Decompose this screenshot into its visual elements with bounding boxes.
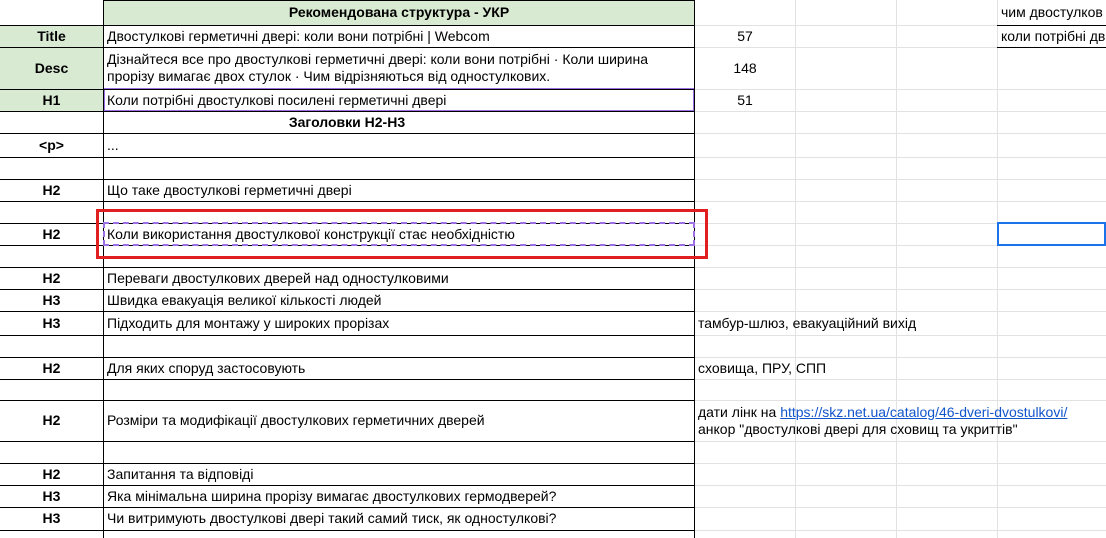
row-text[interactable]: ... [104,133,694,157]
title-label[interactable]: Title [0,25,103,47]
right-cell-2[interactable]: коли потрібні дв [998,25,1106,47]
row-text[interactable] [104,379,694,400]
row-tag[interactable] [0,201,103,223]
row-tag[interactable]: H3 [0,485,103,507]
desc-label[interactable]: Desc [0,47,103,89]
row-tag[interactable] [0,379,103,400]
red-annotation-frame [96,209,708,259]
row-tag[interactable]: H2 [0,463,103,485]
row-note[interactable]: сховища, ПРУ, СПП [695,357,997,379]
h1-count[interactable]: 51 [695,89,795,111]
grid-col-line [997,0,998,538]
h2h3-section-title[interactable]: Заголовки H2-H3 [0,111,694,133]
row-tag[interactable] [0,157,103,179]
h1-label[interactable]: H1 [0,89,103,111]
catalog-link[interactable]: https://skz.net.ua/catalog/46-dveri-dvos… [780,404,1067,420]
row-text[interactable] [104,335,694,357]
row-note[interactable]: тамбур-шлюз, евакуаційний вихід [695,311,997,335]
anchor-note: анкор "двостулкові двері для сховищ та у… [698,420,1018,437]
row-tag[interactable]: H3 [0,507,103,530]
desc-count[interactable]: 148 [695,47,795,89]
row-text[interactable]: Запитання та відповіді [104,463,694,485]
row-text[interactable]: Переваги двостулкових дверей над односту… [104,267,694,289]
row-text[interactable]: Для яких споруд застосовують [104,357,694,379]
row-text[interactable]: Швидка евакуація великої кількості людей [104,289,694,311]
row-text[interactable]: Підходить для монтажу у широких прорізах [104,311,694,335]
grid-col-line [795,0,796,538]
table-border [103,0,104,538]
grid-col-line [896,0,897,538]
h1-highlight-frame [103,88,695,112]
structure-title[interactable]: Рекомендована структура - УКР [104,0,694,25]
link-note-prefix: дати лінк на [698,403,781,420]
row-tag[interactable] [0,245,103,267]
desc-cell[interactable]: Дізнайтеся все про двостулкові герметичн… [104,47,694,89]
row-tag[interactable]: H3 [0,289,103,311]
spreadsheet-grid: Рекомендована структура - УКР чим двосту… [0,0,1106,538]
row-tag[interactable]: H2 [0,357,103,379]
row-text[interactable]: Чи витримують двостулкові двері такий са… [104,507,694,530]
row-tag[interactable]: H2 [0,267,103,289]
right-cell-1[interactable]: чим двостулков [998,0,1106,25]
row-tag[interactable] [0,441,103,463]
table-border [694,0,695,538]
link-note-line: дати лінк на https://skz.net.ua/catalog/… [698,404,1067,421]
row-tag[interactable]: H2 [0,400,103,441]
title-cell[interactable]: Двостулкові герметичні двері: коли вони … [104,25,694,47]
row-text[interactable]: Розміри та модифікації двостулкових герм… [104,400,694,441]
row-tag[interactable] [0,335,103,357]
title-count[interactable]: 57 [695,25,795,47]
link-note-cell[interactable]: дати лінк на https://skz.net.ua/catalog/… [695,400,1106,441]
active-cell-selection[interactable] [997,222,1106,246]
row-text[interactable]: Що таке двостулкові герметичні двері [104,179,694,201]
row-text[interactable] [104,441,694,463]
row-text[interactable] [104,157,694,179]
row-text[interactable]: Яка мінімальна ширина прорізу вимагає дв… [104,485,694,507]
row-tag[interactable]: H2 [0,179,103,201]
row-tag[interactable]: H2 [0,223,103,245]
row-tag[interactable]: <p> [0,133,103,157]
row-tag[interactable]: H3 [0,311,103,335]
